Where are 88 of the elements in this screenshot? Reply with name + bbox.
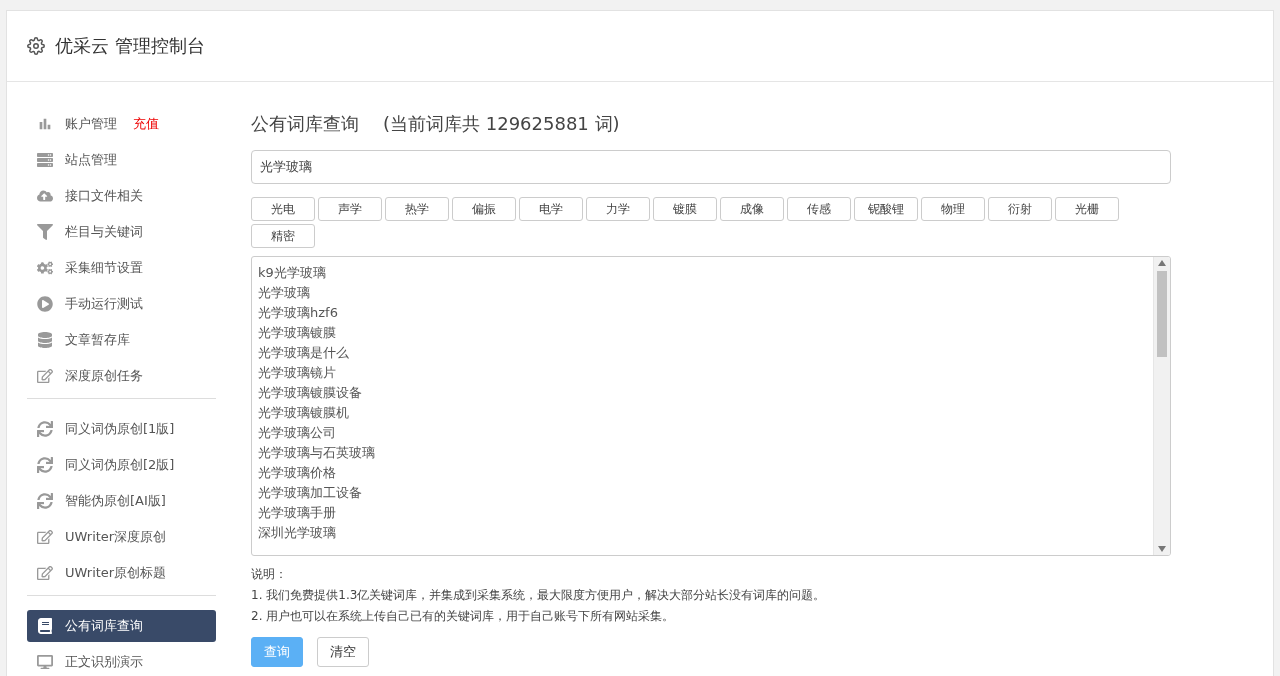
edit-icon (37, 565, 53, 581)
settings-icon (27, 37, 45, 55)
tag-button[interactable]: 衍射 (988, 197, 1052, 221)
sidebar-label: 正文识别演示 (65, 653, 143, 671)
tag-button[interactable]: 热学 (385, 197, 449, 221)
result-item[interactable]: 光学玻璃加工设备 (258, 483, 1147, 503)
edit-icon (37, 529, 53, 545)
sidebar-item[interactable]: 同义词伪原创[1版] (27, 413, 216, 445)
result-item[interactable]: 光学玻璃镜片 (258, 363, 1147, 383)
scroll-down-icon[interactable] (1158, 546, 1166, 552)
sidebar-label: 账户管理 (65, 115, 117, 133)
sidebar-label: UWriter原创标题 (65, 564, 167, 582)
tag-button[interactable]: 物理 (921, 197, 985, 221)
sidebar-label: 公有词库查询 (65, 617, 143, 635)
tag-button[interactable]: 精密 (251, 224, 315, 248)
clear-button[interactable]: 清空 (317, 637, 369, 667)
tag-button[interactable]: 电学 (519, 197, 583, 221)
result-item[interactable]: 光学玻璃是什么 (258, 343, 1147, 363)
note-text: 1. 我们免费提供1.3亿关键词库，并集成到采集系统，最大限度方便用户，解决大部分站长没有词库的问题。 (251, 587, 827, 604)
tag-button[interactable]: 传感 (787, 197, 851, 221)
result-item[interactable]: 光学玻璃 (258, 283, 1147, 303)
sidebar-label: 同义词伪原创[2版] (65, 456, 175, 474)
tag-button[interactable]: 铌酸锂 (854, 197, 918, 221)
sidebar-item[interactable]: 账户管理 充值 (27, 108, 216, 140)
word-count: (当前词库共 129625881 词) (383, 112, 620, 136)
sidebar-item[interactable]: UWriter原创标题 (27, 557, 216, 589)
book-icon (37, 618, 53, 634)
sidebar-item[interactable]: 站点管理 (27, 144, 216, 176)
search-field[interactable]: 光学玻璃 (251, 150, 1171, 184)
scroll-thumb[interactable] (1157, 271, 1167, 357)
bar-chart-icon (37, 116, 53, 132)
result-item[interactable]: k9光学玻璃 (258, 263, 1147, 283)
result-item[interactable]: 深圳光学玻璃 (258, 523, 1147, 543)
sidebar-item[interactable]: 智能伪原创[AI版] (27, 485, 216, 517)
scrollbar[interactable] (1153, 257, 1170, 555)
result-item[interactable]: 光学玻璃镀膜 (258, 323, 1147, 343)
note-text: 2. 用户也可以在系统上传自己已有的关键词库，用于自己账号下所有网站采集。 (251, 608, 676, 625)
sidebar-label: 文章暂存库 (65, 331, 130, 349)
sidebar-item[interactable]: 深度原创任务 (27, 360, 216, 392)
refresh-icon (37, 493, 53, 509)
tag-button[interactable]: 光栅 (1055, 197, 1119, 221)
edit-icon (37, 368, 53, 384)
notes-title: 说明： (251, 566, 288, 583)
sidebar-label: 同义词伪原创[1版] (65, 420, 175, 438)
tag-button[interactable]: 光电 (251, 197, 315, 221)
refresh-icon (37, 421, 53, 437)
database-icon (37, 332, 53, 348)
result-item[interactable]: 光学玻璃与石英玻璃 (258, 443, 1147, 463)
gears-icon (37, 260, 53, 276)
play-icon (37, 296, 53, 312)
result-item[interactable]: 光学玻璃价格 (258, 463, 1147, 483)
sidebar-item[interactable]: 采集细节设置 (27, 252, 216, 284)
results-listbox[interactable]: k9光学玻璃 光学玻璃 光学玻璃hzf6 光学玻璃镀膜 光学玻璃是什么 光学玻璃镜片 光学玻璃镀膜设备 光学玻璃镀膜机 光学玻璃公司 光学玻璃与石英玻璃 光学玻璃价格 光学玻璃加工设备 光学玻璃手册 深圳光学玻璃 (251, 256, 1171, 556)
scroll-up-icon[interactable] (1158, 260, 1166, 266)
tag-button[interactable]: 声学 (318, 197, 382, 221)
cloud-upload-icon (37, 188, 53, 204)
sidebar-item[interactable]: 同义词伪原创[2版] (27, 449, 216, 481)
result-item[interactable]: 光学玻璃hzf6 (258, 303, 1147, 323)
sidebar-label: 栏目与关键词 (65, 223, 143, 241)
result-item[interactable]: 光学玻璃镀膜机 (258, 403, 1147, 423)
tag-button[interactable]: 成像 (720, 197, 784, 221)
sidebar-item[interactable]: UWriter深度原创 (27, 521, 216, 553)
console-title: 优采云 管理控制台 (55, 34, 205, 58)
page-title: 公有词库查询 (251, 112, 359, 136)
sidebar-label: 深度原创任务 (65, 367, 143, 385)
sidebar-item[interactable]: 手动运行测试 (27, 288, 216, 320)
sidebar-item[interactable]: 正文识别演示 (27, 646, 216, 676)
sidebar-item[interactable]: 栏目与关键词 (27, 216, 216, 248)
sidebar-label: 智能伪原创[AI版] (65, 492, 166, 510)
monitor-icon (37, 654, 53, 670)
sidebar-item[interactable]: 文章暂存库 (27, 324, 216, 356)
sidebar-label: 站点管理 (65, 151, 117, 169)
result-item[interactable]: 光学玻璃镀膜设备 (258, 383, 1147, 403)
tag-button[interactable]: 力学 (586, 197, 650, 221)
result-item[interactable]: 光学玻璃公司 (258, 423, 1147, 443)
tag-button[interactable]: 偏振 (452, 197, 516, 221)
sidebar-item[interactable]: 公有词库查询 (27, 610, 216, 642)
result-item[interactable]: 光学玻璃手册 (258, 503, 1147, 523)
server-icon (37, 152, 53, 168)
sidebar-label: 手动运行测试 (65, 295, 143, 313)
sidebar-item[interactable]: 接口文件相关 (27, 180, 216, 212)
sidebar-label: 接口文件相关 (65, 187, 143, 205)
refresh-icon (37, 457, 53, 473)
sidebar-label: UWriter深度原创 (65, 528, 167, 546)
tag-button[interactable]: 镀膜 (653, 197, 717, 221)
sidebar-label: 采集细节设置 (65, 259, 143, 277)
recharge-link[interactable]: 充值 (133, 115, 159, 133)
filter-icon (37, 224, 53, 240)
